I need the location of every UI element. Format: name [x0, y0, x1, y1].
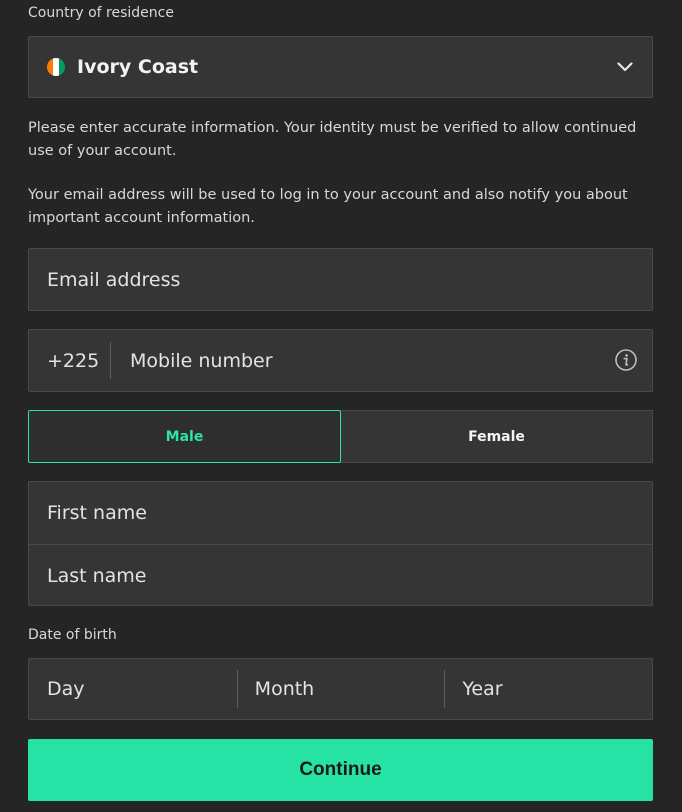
gender-female-button[interactable]: Female	[341, 410, 653, 463]
dob-month-input[interactable]	[254, 659, 425, 719]
dob-divider	[236, 670, 238, 708]
phone-field-container: +225	[28, 329, 653, 392]
dob-month-cell	[236, 659, 445, 719]
dob-divider	[444, 670, 446, 708]
phone-divider	[110, 342, 111, 379]
info-icon[interactable]	[615, 349, 637, 371]
email-input[interactable]	[47, 249, 637, 310]
dob-year-cell	[444, 659, 652, 719]
country-select[interactable]: Ivory Coast	[28, 36, 653, 98]
chevron-down-icon[interactable]	[616, 58, 634, 76]
email-notice: Your email address will be used to log i…	[28, 187, 628, 226]
continue-button[interactable]: Continue	[28, 739, 653, 801]
name-fields	[28, 481, 653, 607]
email-field-container	[28, 248, 653, 311]
country-selected-value: Ivory Coast	[77, 56, 199, 78]
mobile-number-input[interactable]	[130, 330, 600, 391]
last-name-row	[29, 544, 652, 607]
first-name-input[interactable]	[47, 482, 637, 544]
gender-male-button[interactable]: Male	[28, 410, 341, 463]
country-label: Country of residence	[28, 5, 174, 21]
identity-notice: Please enter accurate information. Your …	[28, 120, 637, 159]
first-name-row	[29, 482, 652, 544]
dob-fields	[28, 658, 653, 720]
phone-prefix: +225	[47, 349, 100, 372]
dob-day-cell	[29, 659, 237, 719]
registration-form: Country of residence Ivory Coast Please …	[0, 0, 682, 812]
dob-year-input[interactable]	[462, 659, 633, 719]
dob-day-input[interactable]	[47, 659, 217, 719]
ivory-coast-flag-icon	[47, 58, 65, 76]
gender-toggle: Male Female	[28, 410, 653, 463]
last-name-input[interactable]	[47, 545, 637, 607]
dob-label: Date of birth	[28, 627, 117, 643]
